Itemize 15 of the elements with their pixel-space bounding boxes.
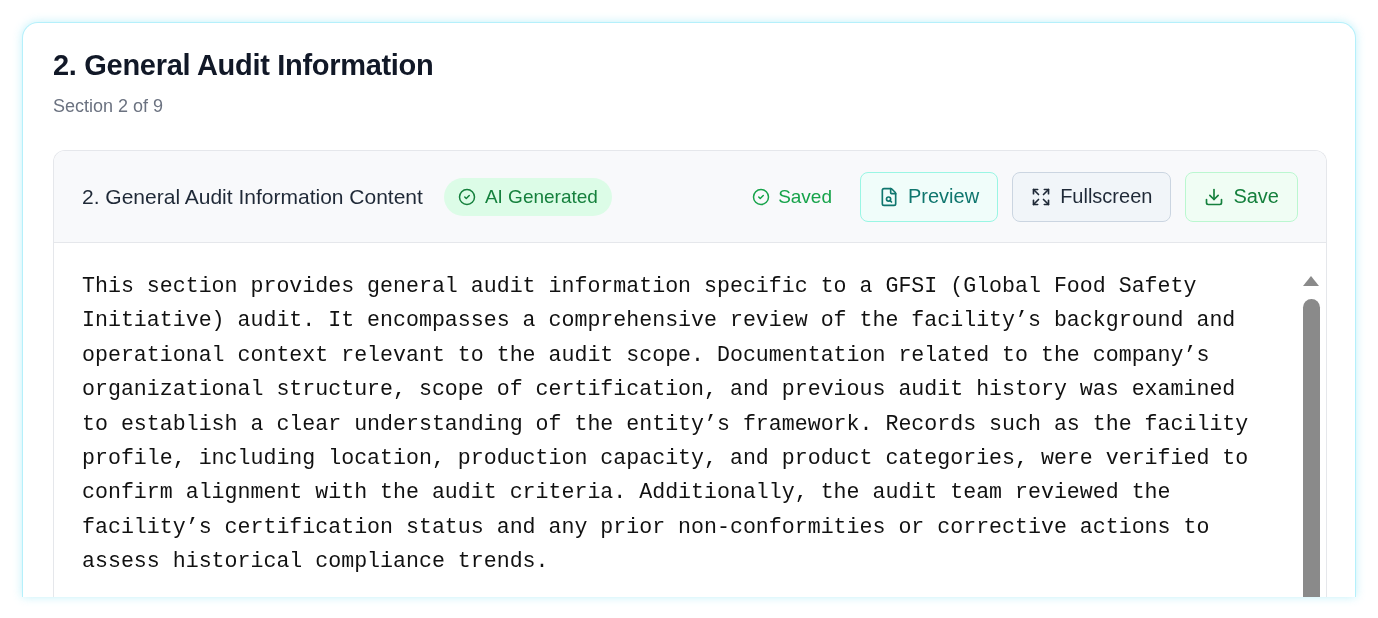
save-button[interactable]: Save: [1185, 171, 1298, 222]
fullscreen-button[interactable]: Fullscreen: [1012, 171, 1172, 222]
editor-title: 2. General Audit Information Content: [82, 184, 423, 209]
saved-status: Saved: [752, 185, 832, 208]
expand-icon: [1031, 186, 1052, 207]
document-search-icon: [879, 186, 899, 207]
check-circle-icon: [457, 187, 476, 206]
scroll-up-icon[interactable]: [1302, 275, 1320, 287]
check-circle-icon: [752, 187, 771, 206]
section-title: 2. General Audit Information: [53, 49, 435, 82]
section-subtitle: Section 2 of 9: [53, 96, 165, 117]
download-icon: [1204, 186, 1225, 207]
content-text: This section provides general audit information specific to a GFSI (Global Food Safety Initiative) audit. It encompasses a comprehensive review of the facility’s background and operational context relevant to the audit scope. Documentation related to the company’s organizational structure, scope of certification, and previous audit history was examined to establish a clear understanding of the entity’s framework. Records such as the facility profile, including location, production capacity, and product categories, were verified to confirm alignment with the audit criteria. Additionally, the audit team reviewed the facility’s certification status and any prior non-conformities or corrective actions to assess historical compliance trends.: [82, 273, 1250, 576]
preview-button[interactable]: Preview: [860, 171, 999, 222]
ai-badge: AI Generated: [443, 177, 612, 216]
